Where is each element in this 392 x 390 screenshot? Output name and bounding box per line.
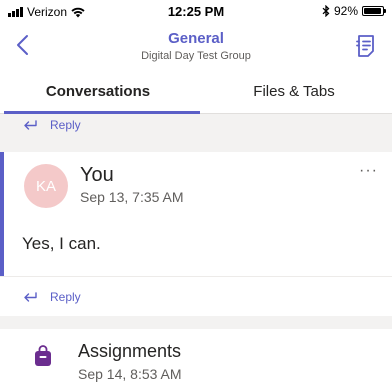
reply-button[interactable]: Reply bbox=[0, 114, 392, 136]
message-body: Yes, I can. bbox=[22, 234, 101, 253]
reply-arrow-icon bbox=[24, 291, 37, 302]
reply-arrow-icon bbox=[24, 120, 37, 130]
message-card[interactable]: KA You Sep 13, 7:35 AM ··· Yes, I can. bbox=[0, 152, 392, 276]
assignments-bag-icon bbox=[35, 345, 51, 366]
avatar[interactable]: KA bbox=[24, 164, 68, 208]
team-name: Digital Day Test Group bbox=[141, 50, 251, 62]
more-options-icon[interactable]: ··· bbox=[359, 163, 378, 179]
channel-tabs: Conversations Files & Tabs bbox=[0, 72, 392, 114]
battery-percent: 92% bbox=[333, 4, 358, 18]
channel-details-icon bbox=[356, 35, 374, 57]
tab-files-and-tabs[interactable]: Files & Tabs bbox=[196, 72, 392, 114]
channel-title: General bbox=[168, 30, 224, 47]
message-author: Assignments bbox=[78, 341, 182, 361]
message-timestamp: Sep 13, 7:35 AM bbox=[80, 189, 184, 205]
message-author: You bbox=[80, 164, 114, 186]
channel-header: General Digital Day Test Group bbox=[0, 24, 392, 70]
reply-label: Reply bbox=[50, 289, 81, 304]
status-bar: Verizon 12:25 PM 92% bbox=[0, 0, 392, 24]
reply-label: Reply bbox=[50, 118, 81, 132]
reply-button[interactable]: Reply bbox=[0, 276, 392, 316]
battery-icon bbox=[362, 6, 386, 16]
tab-conversations[interactable]: Conversations bbox=[0, 72, 196, 114]
conversation-feed[interactable]: Reply KA You Sep 13, 7:35 AM ··· Yes, I … bbox=[0, 114, 392, 390]
status-right: 92% bbox=[322, 4, 386, 18]
message-timestamp: Sep 14, 8:53 AM bbox=[78, 366, 182, 382]
message-card[interactable]: Assignments Sep 14, 8:53 AM bbox=[0, 329, 392, 390]
channel-details-button[interactable] bbox=[354, 32, 380, 60]
bluetooth-icon bbox=[322, 5, 330, 17]
